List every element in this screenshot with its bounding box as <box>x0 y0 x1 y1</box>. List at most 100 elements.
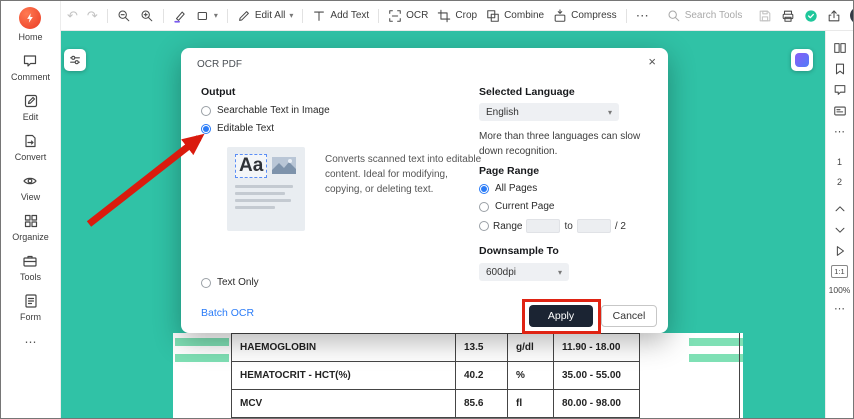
table-cell: 13.5 <box>455 333 508 362</box>
cancel-button[interactable]: Cancel <box>601 305 657 327</box>
zoom-out-icon[interactable] <box>117 9 131 23</box>
read-mode-toggle[interactable] <box>849 7 853 24</box>
field-panel-button[interactable] <box>833 104 847 118</box>
print-icon[interactable] <box>781 9 795 23</box>
sidebar-item-home[interactable]: Home <box>18 7 43 42</box>
undo-button[interactable]: ↶ <box>67 9 78 22</box>
chevron-down-icon: ▾ <box>289 11 294 20</box>
sidebar-item-label: Convert <box>14 152 47 162</box>
thumbnail-panel-button[interactable] <box>833 41 847 55</box>
radio-label: Editable Text <box>217 123 275 134</box>
radio-searchable-text[interactable]: Searchable Text in Image <box>201 105 330 116</box>
crop-icon <box>438 9 451 22</box>
zoom-in-icon[interactable] <box>140 9 154 23</box>
sidebar-item-convert[interactable]: Convert <box>14 133 47 162</box>
highlighter-icon[interactable] <box>173 9 187 23</box>
page-decor-stripe <box>689 338 743 346</box>
share-icon[interactable] <box>827 9 841 23</box>
page-number-1[interactable]: 1 <box>837 157 842 167</box>
close-icon[interactable]: × <box>648 54 656 69</box>
chevron-down-icon: ▾ <box>557 267 562 277</box>
combine-label: Combine <box>504 10 545 21</box>
app-logo-icon <box>19 7 42 29</box>
sidebar-item-comment[interactable]: Comment <box>11 53 50 82</box>
shape-tool-button[interactable]: ▾ <box>196 9 218 23</box>
radio-page-range[interactable]: Range to / 2 <box>479 219 626 233</box>
bookmark-icon <box>835 63 844 75</box>
organize-icon <box>24 214 37 228</box>
sidebar-item-form[interactable]: Form <box>20 293 41 322</box>
right-rail: ⋯ 1 2 1:1 100% ⋯ <box>825 31 853 418</box>
sidebar-item-tools[interactable]: Tools <box>20 253 41 282</box>
radio-editable-text[interactable]: Editable Text <box>201 123 274 134</box>
radio-label: All Pages <box>495 183 538 194</box>
comment-panel-button[interactable] <box>833 83 847 97</box>
edit-all-button[interactable]: Edit All ▾ <box>237 9 294 23</box>
language-section-label: Selected Language <box>479 86 575 98</box>
sidebar-item-label: Organize <box>12 232 49 242</box>
status-icon[interactable] <box>804 9 818 23</box>
crop-button[interactable]: Crop <box>437 9 477 23</box>
radio-all-pages[interactable]: All Pages <box>479 183 537 194</box>
top-toolbar: ↶ ↷ ▾ Edit All ▾ Add Text OCR Crop Combi… <box>61 1 853 31</box>
edit-all-label: Edit All <box>254 10 286 21</box>
apply-button[interactable]: Apply <box>529 305 593 327</box>
range-to-input[interactable] <box>576 219 611 233</box>
option-description: Converts scanned text into editable cont… <box>325 154 482 195</box>
shape-icon <box>197 11 207 20</box>
preview-text-lines <box>235 184 297 209</box>
eye-icon <box>23 177 38 185</box>
batch-ocr-link[interactable]: Batch OCR <box>201 307 254 319</box>
bookmark-panel-button[interactable] <box>833 62 847 76</box>
rail-bottom-more-button[interactable]: ⋯ <box>834 302 845 315</box>
document-canvas: HAEMOGLOBIN 13.5 g/dl 11.90 - 18.00 HEMA… <box>61 31 825 418</box>
page-down-button[interactable] <box>833 223 847 237</box>
ai-assistant-button[interactable] <box>791 49 813 71</box>
ocr-label: OCR <box>406 10 429 21</box>
table-cell: HAEMOGLOBIN <box>231 333 456 362</box>
toolbox-icon <box>23 255 38 267</box>
range-total-label: / 2 <box>614 220 626 232</box>
quick-tools-button[interactable] <box>64 49 86 71</box>
ocr-button[interactable]: OCR <box>388 9 428 23</box>
radio-label: Range <box>493 220 523 232</box>
ocr-preview-thumbnail: Aa <box>227 147 305 231</box>
sidebar-item-view[interactable]: View <box>21 173 40 202</box>
chevron-down-icon: ▾ <box>607 107 612 117</box>
sidebar-item-edit[interactable]: Edit <box>23 93 39 122</box>
page-border-line <box>739 333 740 418</box>
radio-text-only[interactable]: Text Only <box>201 277 259 288</box>
toolbar-more-button[interactable]: ⋯ <box>636 9 649 22</box>
page-indicator: 1 2 <box>837 157 842 187</box>
rail-more-button[interactable]: ⋯ <box>834 125 845 138</box>
radio-icon-selected <box>201 123 211 134</box>
sidebar-more-button[interactable]: ⋯ <box>25 335 37 349</box>
page-up-button[interactable] <box>833 202 847 216</box>
save-icon[interactable] <box>758 9 772 23</box>
sidebar-item-organize[interactable]: Organize <box>12 213 49 242</box>
combine-button[interactable]: Combine <box>486 9 544 23</box>
radio-current-page[interactable]: Current Page <box>479 201 554 212</box>
language-dropdown[interactable]: English ▾ <box>479 103 619 121</box>
pdf-page[interactable]: HAEMOGLOBIN 13.5 g/dl 11.90 - 18.00 HEMA… <box>173 333 743 418</box>
downsample-dropdown[interactable]: 600dpi ▾ <box>479 263 569 281</box>
pencil-icon <box>238 10 249 21</box>
ocr-icon <box>389 9 401 22</box>
sidebar-item-label: Edit <box>22 112 39 122</box>
sidebar-item-label: Tools <box>19 272 41 282</box>
add-text-button[interactable]: Add Text <box>312 9 369 23</box>
compress-button[interactable]: Compress <box>553 8 617 23</box>
radio-label: Text Only <box>217 277 259 288</box>
crop-label: Crop <box>455 10 478 21</box>
redo-button[interactable]: ↷ <box>87 9 98 22</box>
add-text-label: Add Text <box>330 10 370 21</box>
ai-assistant-icon <box>795 53 809 67</box>
ocr-dialog: OCR PDF × Output Searchable Text in Imag… <box>181 48 668 334</box>
range-from-input[interactable] <box>526 219 561 233</box>
edit-icon <box>24 94 37 108</box>
search-input[interactable] <box>684 10 749 21</box>
actual-size-button[interactable]: 1:1 <box>831 265 848 278</box>
page-number-2[interactable]: 2 <box>837 177 842 187</box>
zoom-level[interactable]: 100% <box>829 285 851 295</box>
pointer-tool-button[interactable] <box>833 244 847 258</box>
